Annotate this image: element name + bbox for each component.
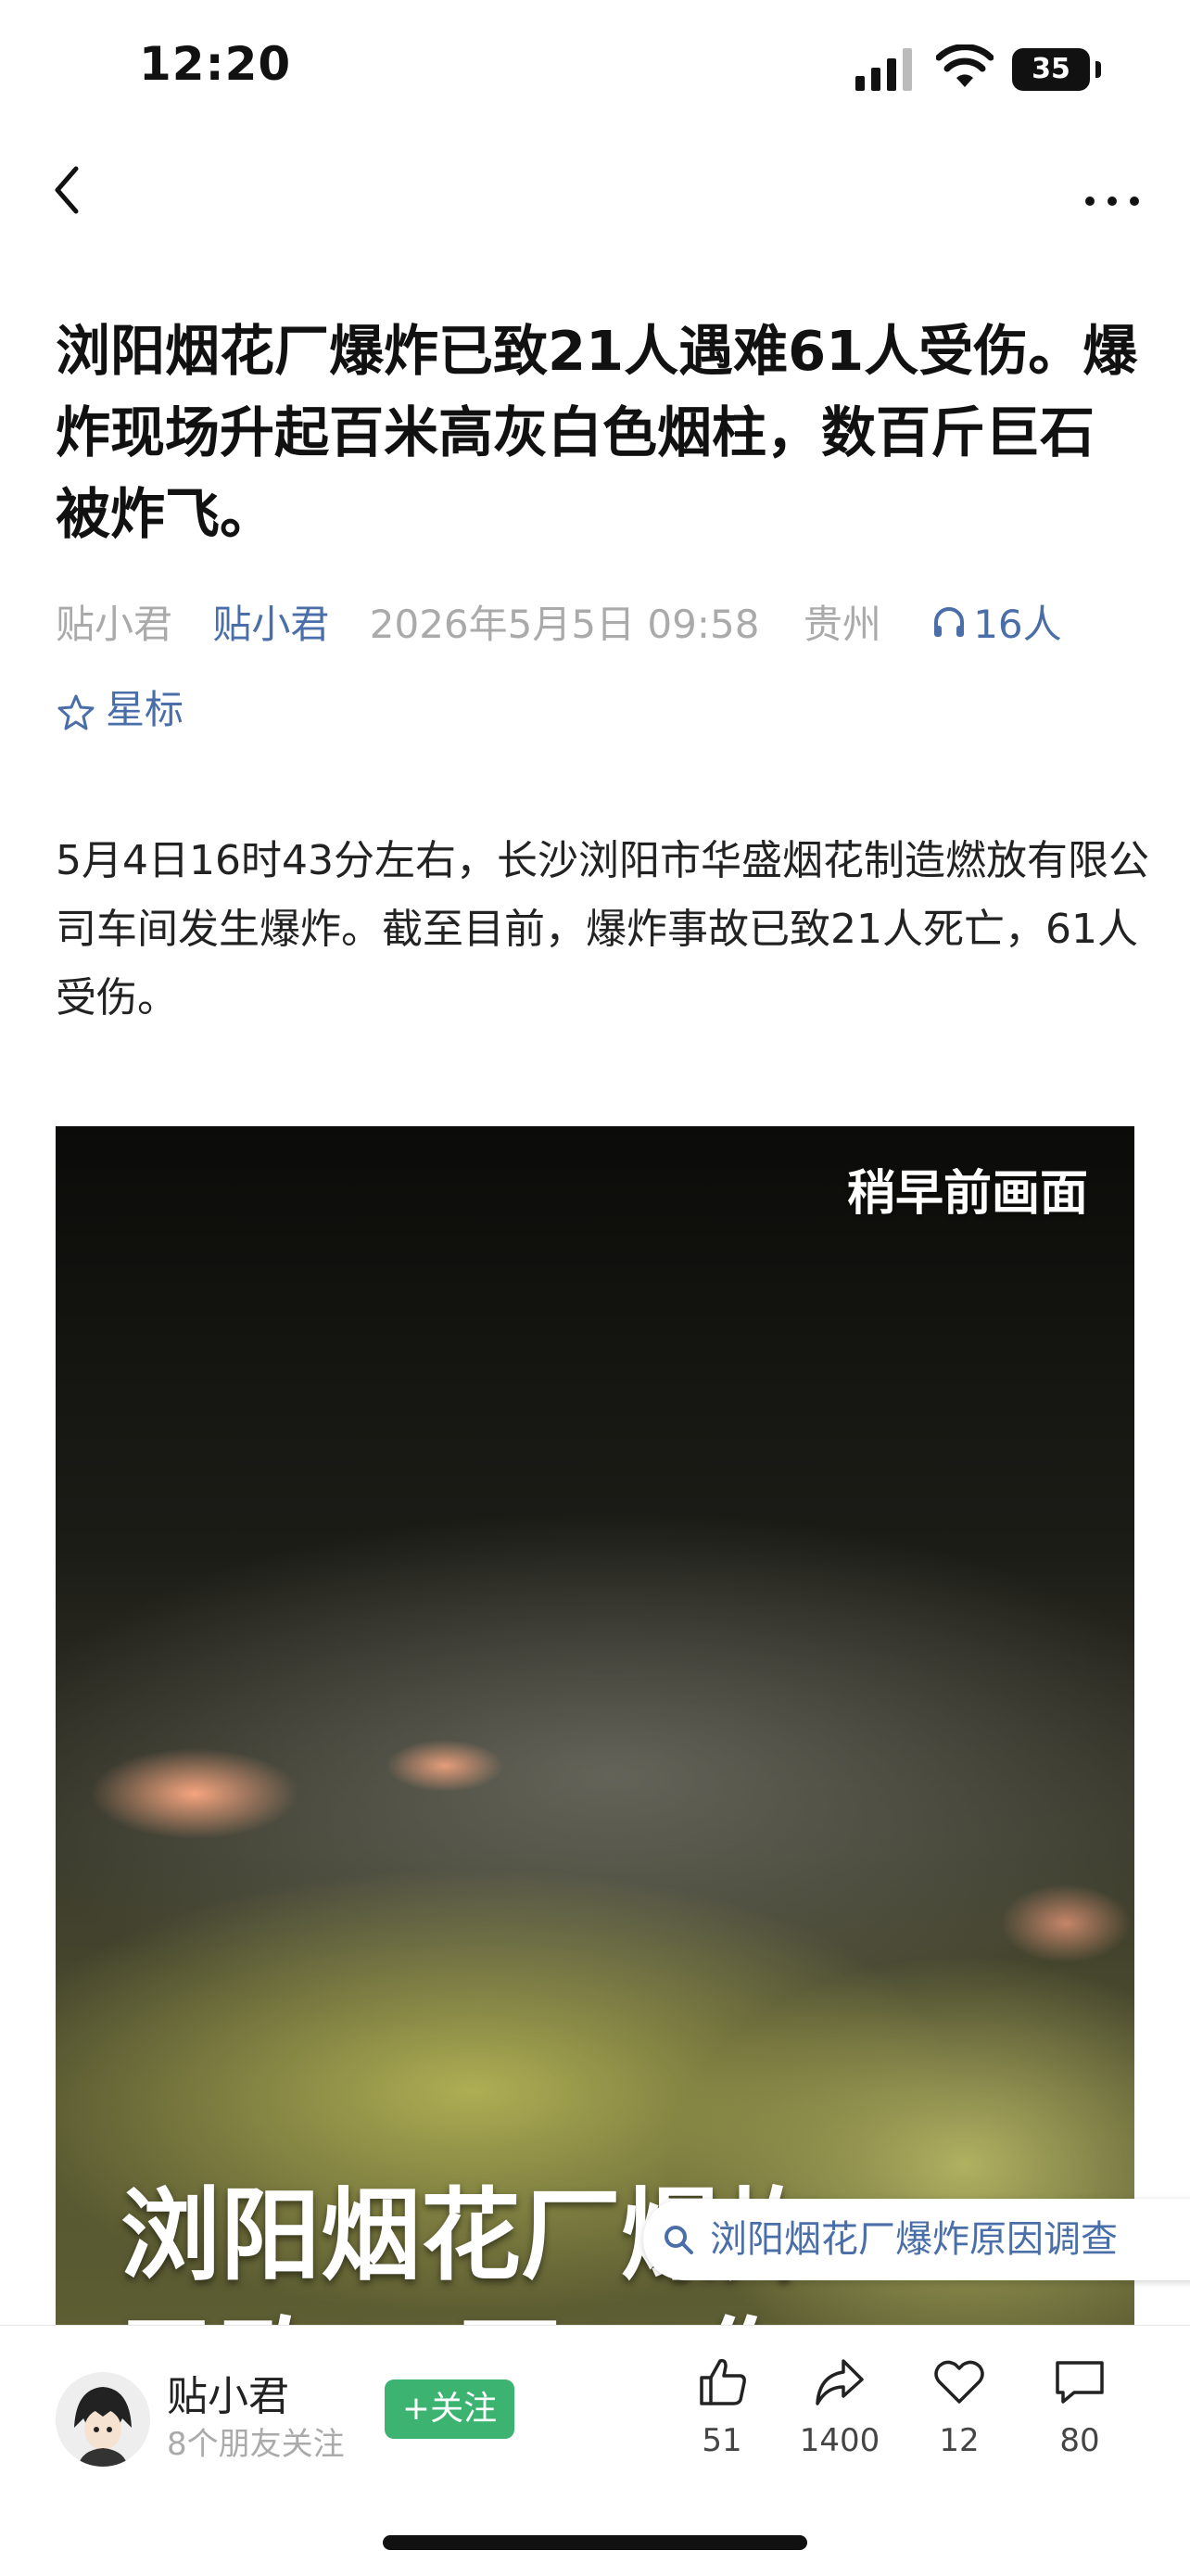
related-search-chip[interactable]: 浏阳烟花厂爆炸原因调查 [643, 2199, 1190, 2280]
author-name[interactable]: 贴小君 [167, 2363, 289, 2422]
status-bar: 12:20 35 [0, 0, 1190, 139]
favorite-count: 12 [939, 2422, 980, 2459]
status-time: 12:20 [139, 37, 292, 91]
comment-count: 80 [1059, 2422, 1100, 2459]
star-icon [57, 694, 95, 730]
like-count: 51 [702, 2422, 742, 2459]
share-button[interactable]: 1400 [789, 2354, 891, 2459]
battery-level: 35 [1012, 48, 1090, 91]
article-meta: 贴小君 贴小君 2026年5月5日 09:58 贵州 16人 [56, 593, 1149, 658]
avatar-image [56, 2372, 150, 2467]
thumbs-up-icon [700, 2358, 746, 2405]
share-arrow-icon [816, 2359, 864, 2405]
meta-location: 贵州 [803, 602, 881, 647]
favorite-button[interactable]: 12 [908, 2354, 1010, 2459]
article-body: 5月4日16时43分左右，长沙浏阳市华盛烟花制造燃放有限公司车间发生爆炸。截至目… [56, 837, 1149, 1022]
article-video[interactable]: 稍早前画面 浏阳烟花厂爆炸 已致21死61伤 [56, 1126, 1134, 2331]
like-button[interactable]: 51 [671, 2354, 773, 2459]
follow-button[interactable]: +关注 [385, 2379, 514, 2439]
avatar[interactable] [56, 2372, 150, 2467]
meta-source: 贴小君 [56, 602, 173, 647]
wifi-icon [936, 44, 994, 87]
star-mark-button[interactable]: 星标 [56, 679, 184, 734]
article-title: 浏阳烟花厂爆炸已致21人遇难61人受伤。爆炸现场升起百米高灰白色烟柱，数百斤巨石… [56, 319, 1138, 546]
meta-author-link[interactable]: 贴小君 [212, 593, 329, 650]
comment-icon [1056, 2361, 1104, 2404]
more-options-icon[interactable] [1075, 158, 1149, 222]
headphones-icon [934, 606, 965, 637]
share-count: 1400 [799, 2422, 880, 2459]
back-arrow-icon[interactable] [37, 158, 102, 222]
listener-count: 16人 [973, 602, 1062, 647]
listen-button[interactable]: 16人 [930, 593, 1062, 650]
meta-datetime: 2026年5月5日 09:58 [369, 602, 760, 647]
home-indicator[interactable] [383, 2535, 807, 2550]
star-label: 星标 [106, 687, 184, 732]
comment-button[interactable]: 80 [1029, 2354, 1131, 2459]
battery-indicator: 35 [1012, 48, 1101, 91]
nav-bar [0, 148, 1190, 232]
heart-icon [934, 2360, 984, 2404]
related-search-label: 浏阳烟花厂爆炸原因调查 [710, 2218, 1118, 2261]
author-followers: 8个朋友关注 [167, 2426, 345, 2463]
cellular-signal-icon [855, 48, 912, 91]
media-caption: 稍早前画面 [846, 1166, 1088, 1222]
search-icon [665, 2226, 693, 2254]
